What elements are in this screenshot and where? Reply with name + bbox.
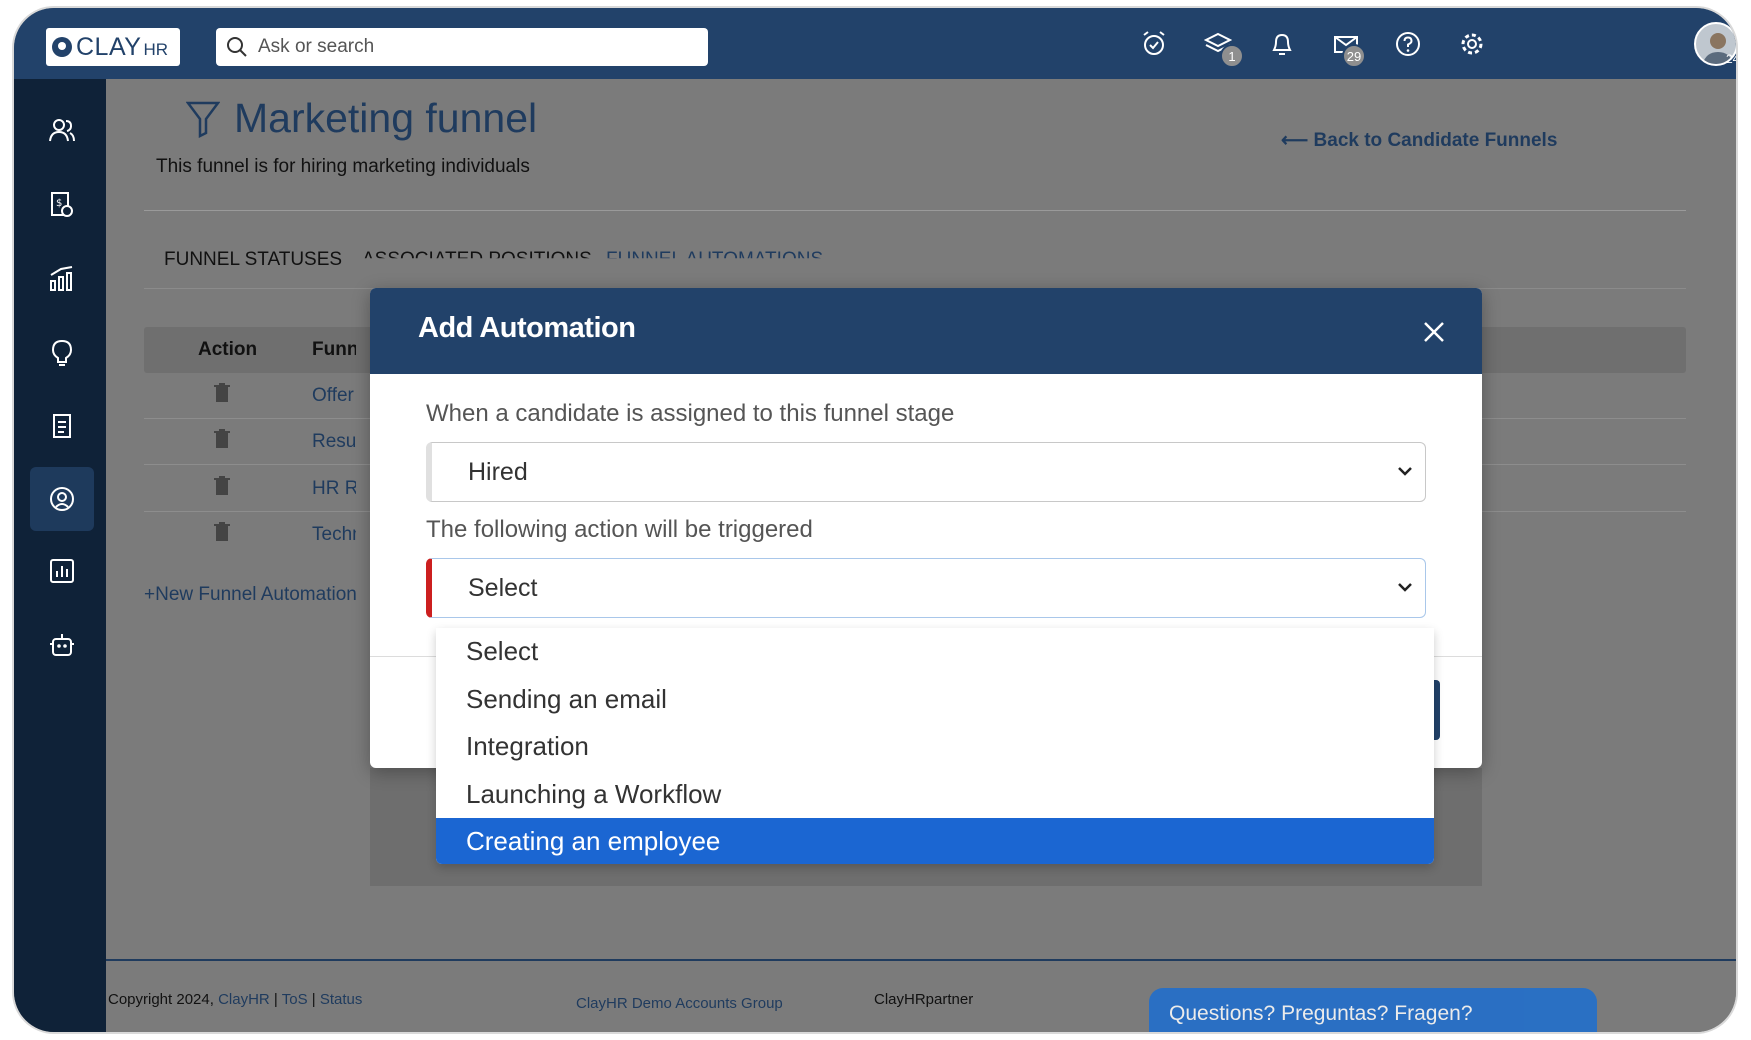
page-title: Marketing funnel — [186, 95, 537, 142]
back-to-funnels-link[interactable]: ⟵ Back to Candidate Funnels — [1281, 129, 1557, 152]
footer-clayhr-link[interactable]: ClayHR — [218, 991, 270, 1008]
tab-associated-positions[interactable]: ASSOCIATED POSITIONS — [362, 249, 592, 258]
sidebar-reports-icon[interactable] — [30, 539, 94, 603]
stage-select-value: Hired — [468, 457, 528, 486]
modal-header: Add Automation — [370, 288, 1482, 374]
chevron-down-icon — [1398, 583, 1412, 592]
dropdown-option[interactable]: Launching a Workflow — [436, 771, 1434, 819]
footer-partner-text: ClayHRpartner — [874, 991, 974, 1008]
help-icon[interactable] — [1390, 26, 1426, 62]
page-subtitle: This funnel is for hiring marketing indi… — [156, 156, 530, 177]
sidebar-ideas-icon[interactable] — [30, 321, 94, 385]
action-select-value: Select — [468, 573, 538, 602]
column-header-action: Action — [198, 339, 258, 360]
trash-icon[interactable] — [214, 476, 230, 501]
funnel-icon — [186, 101, 220, 138]
new-link-label: New Funnel Automation — [155, 584, 357, 605]
plus-icon: + — [144, 584, 156, 605]
clayhr-logo[interactable]: CLAY HR — [46, 28, 180, 66]
trash-icon[interactable] — [214, 429, 230, 454]
tab-funnel-automations[interactable]: FUNNEL AUTOMATIONS — [606, 249, 823, 258]
chevron-down-icon — [1398, 467, 1412, 476]
funnel-stage-link[interactable]: Resume — [312, 431, 356, 453]
dropdown-option[interactable]: Select — [436, 628, 1434, 676]
copyright-text: Copyright 2024, — [108, 991, 214, 1008]
alarm-clock-icon[interactable] — [1136, 26, 1172, 62]
footer-copyright: Copyright 2024, ClayHR | ToS | Status — [108, 991, 363, 1008]
footer-status-link[interactable]: Status — [320, 991, 363, 1008]
dropdown-option[interactable]: Integration — [436, 723, 1434, 771]
search-input[interactable]: Ask or search — [216, 28, 708, 66]
dropdown-option-highlighted[interactable]: Creating an employee — [436, 818, 1434, 864]
trash-icon[interactable] — [214, 383, 230, 408]
sidebar-people-icon[interactable] — [30, 99, 94, 163]
page-title-text: Marketing funnel — [234, 95, 538, 141]
top-bar: CLAY HR Ask or search 1 29 2 — [14, 8, 1736, 79]
trash-icon[interactable] — [214, 522, 230, 547]
bell-icon[interactable] — [1264, 26, 1300, 62]
action-select[interactable]: Select — [426, 558, 1426, 618]
search-placeholder: Ask or search — [258, 36, 375, 57]
modal-title: Add Automation — [418, 312, 636, 344]
new-funnel-automation-link[interactable]: +New Funnel Automation — [144, 584, 357, 606]
sidebar-payroll-icon[interactable]: $ — [30, 173, 94, 237]
column-header-funnel: Funnel — [312, 339, 356, 360]
sidebar-documents-icon[interactable] — [30, 395, 94, 459]
funnel-stage-link[interactable]: HR Review — [312, 478, 356, 500]
logo-mark-icon — [52, 37, 72, 57]
funnel-stage-select[interactable]: Hired — [426, 442, 1426, 502]
funnel-stage-link[interactable]: Technical — [312, 524, 356, 546]
close-icon[interactable] — [1420, 318, 1448, 346]
action-label: The following action will be triggered — [426, 516, 813, 543]
sidebar: $ — [14, 79, 106, 1032]
dropdown-option[interactable]: Sending an email — [436, 676, 1434, 724]
svg-text:$: $ — [56, 198, 62, 209]
arrow-left-icon: ⟵ — [1281, 130, 1314, 151]
avatar-badge: 24 — [1726, 52, 1736, 66]
stage-label: When a candidate is assigned to this fun… — [426, 400, 955, 427]
footer-tos-link[interactable]: ToS — [282, 991, 308, 1008]
logo-text: CLAY — [76, 32, 142, 61]
divider — [144, 210, 1686, 211]
tab-funnel-statuses[interactable]: FUNNEL STATUSES — [164, 249, 342, 271]
sidebar-bot-icon[interactable] — [30, 613, 94, 677]
sidebar-recruiting-icon[interactable] — [30, 467, 94, 531]
settings-gear-icon[interactable] — [1454, 26, 1490, 62]
layers-badge: 1 — [1220, 44, 1244, 68]
footer-group-link[interactable]: ClayHR Demo Accounts Group — [576, 995, 783, 1012]
back-link-label: Back to Candidate Funnels — [1313, 130, 1558, 151]
logo-subtext: HR — [143, 40, 169, 59]
funnel-stage-link[interactable]: Offer — [312, 385, 356, 407]
search-icon — [227, 37, 247, 57]
action-dropdown-list: Select Sending an email Integration Laun… — [436, 628, 1434, 864]
sidebar-analytics-icon[interactable] — [30, 247, 94, 311]
chat-widget-button[interactable]: Questions? Preguntas? Fragen? — [1149, 988, 1597, 1032]
mail-badge: 29 — [1342, 44, 1366, 68]
